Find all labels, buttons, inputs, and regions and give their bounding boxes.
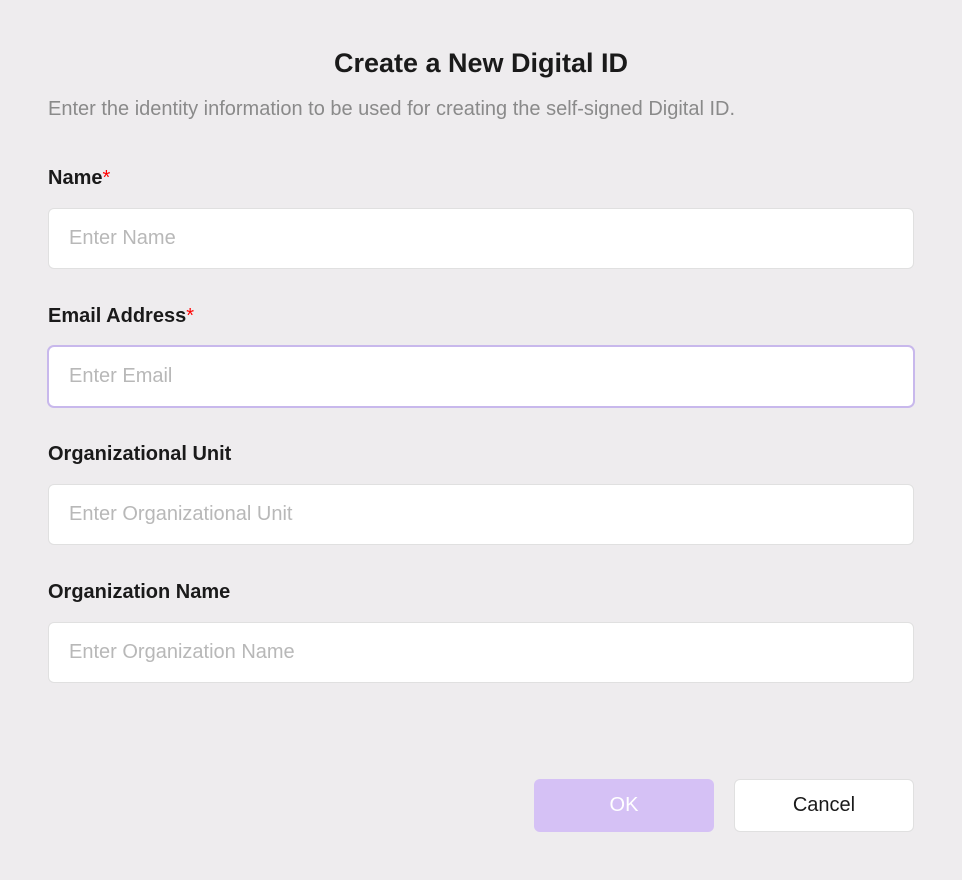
name-input[interactable] — [48, 208, 914, 269]
org-name-field-group: Organization Name — [48, 581, 914, 683]
org-unit-label: Organizational Unit — [48, 443, 914, 466]
dialog-subtitle: Enter the identity information to be use… — [48, 95, 914, 123]
name-field-group: Name* — [48, 167, 914, 269]
email-label-text: Email Address — [48, 305, 186, 327]
org-name-label: Organization Name — [48, 581, 914, 604]
org-unit-field-group: Organizational Unit — [48, 443, 914, 545]
name-label-text: Name — [48, 167, 102, 189]
cancel-button[interactable]: Cancel — [734, 779, 914, 832]
email-field-group: Email Address* — [48, 305, 914, 407]
name-required-indicator: * — [102, 167, 110, 189]
org-name-input[interactable] — [48, 622, 914, 683]
ok-button[interactable]: OK — [534, 779, 714, 832]
name-label: Name* — [48, 167, 914, 190]
email-label: Email Address* — [48, 305, 914, 328]
email-required-indicator: * — [186, 305, 194, 327]
create-digital-id-dialog: Create a New Digital ID Enter the identi… — [0, 0, 962, 880]
org-unit-input[interactable] — [48, 484, 914, 545]
dialog-title: Create a New Digital ID — [48, 48, 914, 79]
email-input[interactable] — [48, 346, 914, 407]
dialog-buttons: OK Cancel — [534, 779, 914, 832]
